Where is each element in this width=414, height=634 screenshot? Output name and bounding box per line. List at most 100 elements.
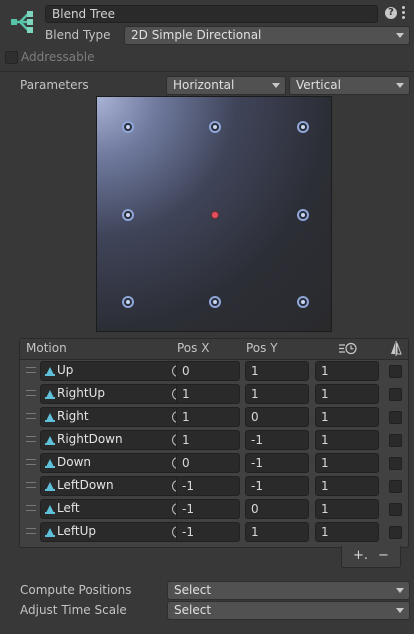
drag-handle-icon[interactable]	[26, 459, 36, 465]
time-scale-field[interactable]: 1	[315, 522, 379, 542]
compute-positions-dropdown[interactable]: Select	[167, 581, 410, 600]
adjust-time-scale-value: Select	[174, 603, 212, 617]
mirror-checkbox[interactable]	[389, 503, 402, 516]
drag-handle-icon[interactable]	[26, 413, 36, 419]
motion-clip-name: LeftUp	[57, 524, 96, 538]
mirror-checkbox[interactable]	[389, 526, 402, 539]
mirror-checkbox[interactable]	[389, 434, 402, 447]
pos-y-field[interactable]: 1	[245, 384, 309, 404]
time-scale-field[interactable]: 1	[315, 499, 379, 519]
motion-clip-name: RightDown	[57, 432, 123, 446]
motion-clip-field[interactable]: LeftDown	[40, 476, 188, 496]
animation-clip-icon	[45, 413, 55, 422]
help-icon[interactable]: ?	[385, 7, 397, 19]
animation-clip-icon	[45, 436, 55, 445]
motion-column-header: Motion	[26, 341, 67, 355]
pos-x-field[interactable]: -1	[176, 522, 240, 542]
pos-y-field[interactable]: -1	[245, 476, 309, 496]
drag-handle-icon[interactable]	[26, 528, 36, 534]
time-scale-field[interactable]: 1	[315, 384, 379, 404]
table-row: RightDown 1 -1 1	[20, 429, 408, 452]
motion-table-footer: +. −	[341, 546, 401, 568]
compute-positions-label: Compute Positions	[20, 583, 132, 597]
blend-tree-icon	[10, 9, 36, 35]
pos-x-field[interactable]: -1	[176, 499, 240, 519]
motion-node-up[interactable]	[209, 121, 221, 133]
time-scale-field[interactable]: 1	[315, 407, 379, 427]
pos-y-field[interactable]: 0	[245, 499, 309, 519]
chevron-down-icon	[396, 588, 404, 593]
motion-clip-field[interactable]: LeftUp	[40, 522, 188, 542]
drag-handle-icon[interactable]	[26, 367, 36, 373]
drag-handle-icon[interactable]	[26, 436, 36, 442]
remove-motion-button[interactable]: −	[378, 548, 389, 563]
motion-clip-field[interactable]: Right	[40, 407, 188, 427]
chevron-down-icon	[396, 608, 404, 613]
motion-clip-field[interactable]: Left	[40, 499, 188, 519]
y-parameter-value: Vertical	[296, 78, 341, 92]
motion-clip-field[interactable]: RightDown	[40, 430, 188, 450]
pos-x-field[interactable]: 1	[176, 430, 240, 450]
mirror-checkbox[interactable]	[389, 480, 402, 493]
addressable-checkbox[interactable]	[5, 51, 18, 64]
x-parameter-dropdown[interactable]: Horizontal	[166, 76, 286, 95]
pos-y-field[interactable]: 0	[245, 407, 309, 427]
pos-x-field[interactable]: 1	[176, 407, 240, 427]
motion-node-left-up[interactable]	[122, 121, 134, 133]
motion-node-right[interactable]	[297, 209, 309, 221]
motion-node-left-down[interactable]	[122, 296, 134, 308]
pos-y-field[interactable]: -1	[245, 430, 309, 450]
time-scale-field[interactable]: 1	[315, 361, 379, 381]
blend-tree-name-field[interactable]: Blend Tree	[45, 5, 378, 23]
table-row: LeftDown -1 -1 1	[20, 475, 408, 498]
motion-clip-field[interactable]: RightUp	[40, 384, 188, 404]
pos-y-field[interactable]: 1	[245, 361, 309, 381]
mirror-checkbox[interactable]	[389, 411, 402, 424]
drag-handle-icon[interactable]	[26, 482, 36, 488]
animation-clip-icon	[45, 459, 55, 468]
blend-type-dropdown[interactable]: 2D Simple Directional	[124, 26, 410, 45]
adjust-time-scale-dropdown[interactable]: Select	[167, 601, 410, 620]
pos-y-column-header: Pos Y	[246, 341, 278, 355]
animation-clip-icon	[45, 367, 55, 376]
motion-clip-field[interactable]: Down	[40, 453, 188, 473]
pos-x-field[interactable]: 0	[176, 453, 240, 473]
time-scale-field[interactable]: 1	[315, 430, 379, 450]
blend-position-marker[interactable]	[211, 211, 219, 219]
drag-handle-icon[interactable]	[26, 505, 36, 511]
table-row: Up 0 1 1	[20, 360, 408, 383]
motion-node-right-down[interactable]	[297, 296, 309, 308]
pos-y-field[interactable]: 1	[245, 522, 309, 542]
time-scale-field[interactable]: 1	[315, 453, 379, 473]
mirror-checkbox[interactable]	[389, 365, 402, 378]
pos-x-column-header: Pos X	[177, 341, 210, 355]
table-row: RightUp 1 1 1	[20, 383, 408, 406]
time-scale-field[interactable]: 1	[315, 476, 379, 496]
motion-node-left[interactable]	[122, 209, 134, 221]
kebab-menu-icon[interactable]	[402, 6, 406, 20]
mirror-icon	[390, 341, 402, 359]
motion-node-down[interactable]	[209, 296, 221, 308]
pos-y-field[interactable]: -1	[245, 453, 309, 473]
mirror-checkbox[interactable]	[389, 388, 402, 401]
motion-node-right-up[interactable]	[297, 121, 309, 133]
motion-table: Motion Pos X Pos Y Up 0 1 1 RightUp 1 1 1 Right 1…	[19, 338, 409, 548]
chevron-down-icon	[272, 83, 280, 88]
pos-x-field[interactable]: -1	[176, 476, 240, 496]
blend-type-label: Blend Type	[45, 28, 111, 42]
y-parameter-dropdown[interactable]: Vertical	[289, 76, 410, 95]
pos-x-field[interactable]: 1	[176, 384, 240, 404]
parameters-label: Parameters	[20, 78, 89, 92]
mirror-checkbox[interactable]	[389, 457, 402, 470]
drag-handle-icon[interactable]	[26, 390, 36, 396]
addressable-label: Addressable	[21, 50, 95, 64]
table-row: LeftUp -1 1 1	[20, 521, 408, 544]
header-divider	[0, 71, 414, 72]
table-row: Right 1 0 1	[20, 406, 408, 429]
motion-clip-field[interactable]: Up	[40, 361, 188, 381]
table-row: Down 0 -1 1	[20, 452, 408, 475]
blend-space-graph[interactable]	[96, 96, 332, 332]
chevron-down-icon	[396, 33, 404, 38]
pos-x-field[interactable]: 0	[176, 361, 240, 381]
add-motion-button[interactable]: +.	[353, 548, 368, 563]
